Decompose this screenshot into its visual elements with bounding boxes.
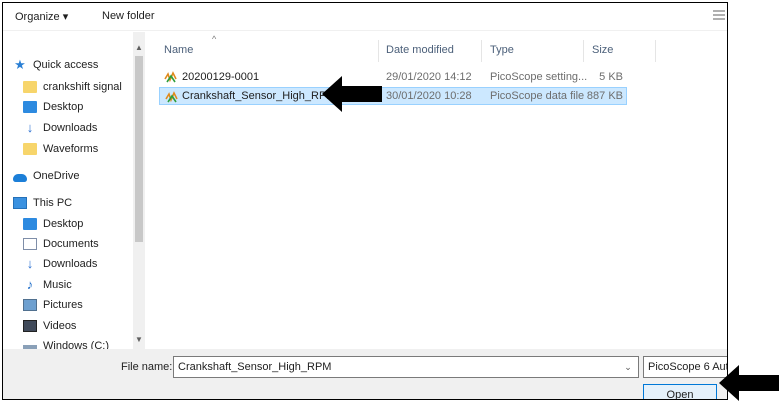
nav-item-waveforms[interactable]: Waveforms [23,140,98,158]
nav-item-pc-desktop[interactable]: Desktop [23,215,83,233]
video-icon [23,320,37,332]
nav-item-quick-access[interactable]: ★ Quick access [13,56,98,74]
column-divider[interactable] [583,40,584,62]
nav-item-onedrive[interactable]: OneDrive [13,167,79,185]
music-icon: ♪ [26,277,34,292]
column-header-size[interactable]: Size [592,44,613,56]
download-icon: ↓ [26,256,34,271]
nav-item-label: Downloads [43,122,98,134]
file-size: 5 KB [599,71,623,83]
file-name-label: File name: [121,361,173,373]
nav-item-label: Downloads [43,258,98,270]
column-header-type[interactable]: Type [490,44,514,56]
organize-button[interactable]: Organize ▾ [15,10,68,23]
nav-item-crankshift-signal[interactable]: crankshift signal [23,78,122,96]
nav-item-desktop[interactable]: Desktop [23,98,83,116]
star-icon: ★ [14,57,26,72]
desktop-icon [23,101,37,113]
file-list: ^ Name Date modified Type Size 20200129-… [145,32,727,349]
nav-item-windows-c[interactable]: Windows (C:) [23,337,109,349]
picture-icon [23,299,37,311]
desktop-icon [23,218,37,230]
folder-icon [23,81,37,93]
nav-item-label: Windows (C:) [43,340,110,349]
nav-item-label: Quick access [33,59,99,71]
nav-item-label: Pictures [43,299,83,311]
document-icon [23,238,37,250]
column-divider[interactable] [378,40,379,62]
nav-item-label: This PC [33,197,73,209]
dialog-footer: File name: Crankshaft_Sensor_High_RPM ⌄ … [3,349,727,399]
download-icon: ↓ [26,120,34,135]
column-header-date[interactable]: Date modified [386,44,454,56]
nav-item-label: Music [43,279,72,291]
file-name: 20200129-0001 [182,71,260,83]
computer-icon [13,197,27,209]
nav-item-pictures[interactable]: Pictures [23,296,83,314]
view-options-icon[interactable] [713,10,725,22]
picoscope-file-icon [165,91,178,103]
nav-item-label: Desktop [43,218,84,230]
nav-item-label: Waveforms [43,143,99,155]
nav-item-videos[interactable]: Videos [23,317,76,335]
nav-item-documents[interactable]: Documents [23,235,99,253]
toolbar: Organize ▾ New folder [3,3,727,31]
picoscope-file-icon [164,71,177,83]
file-date: 30/01/2020 10:28 [386,90,472,102]
file-date: 29/01/2020 14:12 [386,71,472,83]
scroll-down-icon[interactable]: ▼ [133,334,145,346]
nav-item-label: Videos [43,320,77,332]
scrollbar-thumb[interactable] [135,56,143,242]
file-type-select[interactable]: PicoScope 6 Auto [643,356,727,378]
chevron-down-icon[interactable]: ⌄ [617,356,639,378]
sort-ascending-icon: ^ [212,34,217,44]
nav-item-label: OneDrive [33,170,80,182]
nav-item-music[interactable]: ♪ Music [23,276,72,294]
nav-item-label: crankshift signal [43,81,122,93]
file-name-input[interactable]: Crankshaft_Sensor_High_RPM [173,356,639,378]
nav-item-downloads[interactable]: ↓ Downloads [23,119,98,137]
file-open-dialog: Organize ▾ New folder ★ Quick access cra… [2,2,728,400]
nav-item-pc-downloads[interactable]: ↓ Downloads [23,255,98,273]
nav-item-this-pc[interactable]: This PC [13,194,72,212]
file-name: Crankshaft_Sensor_High_RPM [182,90,336,102]
column-divider[interactable] [481,40,482,62]
scroll-up-icon[interactable]: ▲ [133,42,145,54]
left-arrow-icon [322,76,382,112]
folder-icon [23,143,37,155]
nav-item-label: Documents [43,238,99,250]
file-size: 887 KB [586,90,623,102]
left-arrow-icon [719,365,779,401]
file-row[interactable]: 20200129-0001 29/01/2020 14:12 PicoScope… [159,68,627,86]
cloud-icon [13,173,27,182]
nav-scrollbar[interactable]: ▲ ▼ [133,32,145,349]
column-divider[interactable] [655,40,656,62]
new-folder-button[interactable]: New folder [102,10,155,22]
open-button[interactable]: Open [643,384,717,399]
file-row-selected[interactable]: Crankshaft_Sensor_High_RPM 30/01/2020 10… [159,87,627,105]
column-header-name[interactable]: Name [164,44,193,56]
nav-item-label: Desktop [43,101,84,113]
navigation-pane: ★ Quick access crankshift signal Desktop… [3,32,145,349]
